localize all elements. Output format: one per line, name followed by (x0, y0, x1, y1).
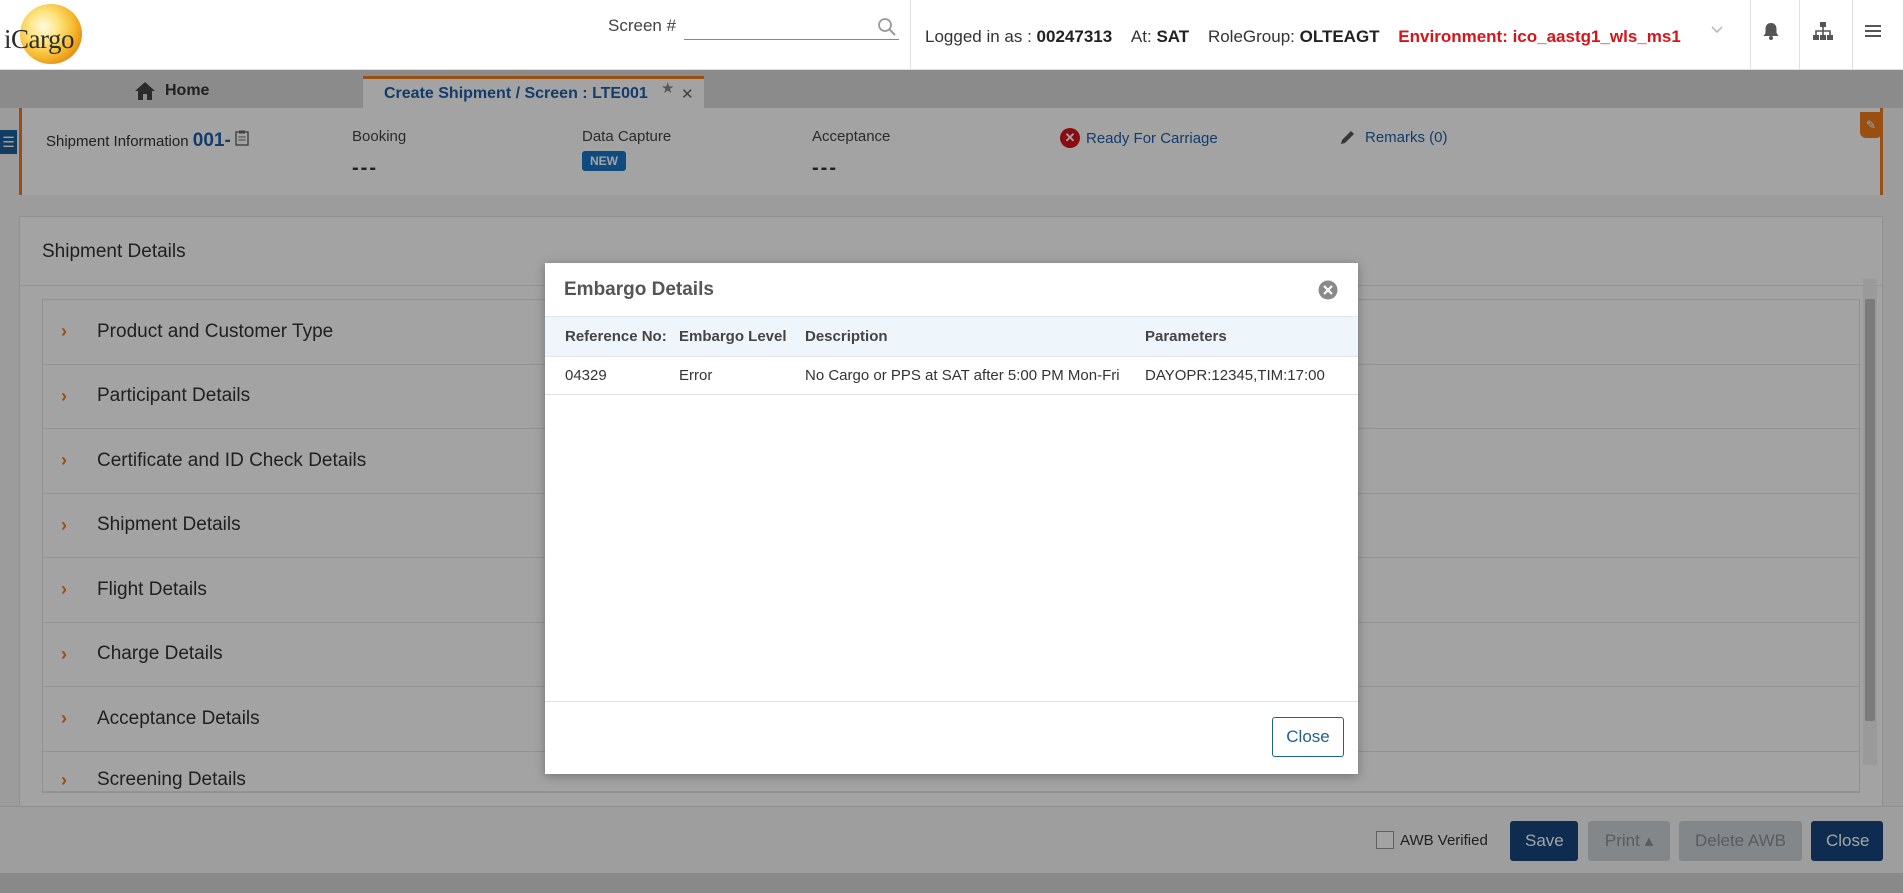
hamburger-menu-icon[interactable] (1862, 20, 1884, 42)
screen-number-label: Screen # (608, 16, 677, 35)
modal-footer: Close (545, 701, 1358, 774)
icargo-logo[interactable]: iCargo (4, 2, 82, 64)
modal-close-button[interactable]: Close (1272, 717, 1344, 757)
embargo-table: Reference No: Embargo Level Description … (545, 316, 1358, 395)
rolegroup: OLTEAGT (1299, 27, 1380, 46)
column-header: Parameters (1135, 316, 1358, 357)
chevron-down-icon[interactable] (1710, 22, 1724, 36)
sitemap-icon[interactable] (1812, 20, 1834, 42)
embargo-level-cell: Error (667, 356, 795, 395)
header-divider (1750, 0, 1751, 70)
user-info: Logged in as : 00247313 At: SAT RoleGrou… (925, 27, 1681, 46)
modal-title: Embargo Details (564, 279, 714, 300)
reference-no-cell: 04329 (545, 356, 667, 395)
environment-label: Environment: ico_aastg1_wls_ms1 (1398, 27, 1681, 46)
header-divider (910, 0, 911, 70)
column-header: Embargo Level (667, 316, 795, 357)
search-icon[interactable] (877, 17, 897, 37)
parameters-cell: DAYOPR:12345,TIM:17:00 (1135, 356, 1358, 395)
station: SAT (1156, 27, 1190, 46)
bell-icon[interactable] (1760, 20, 1782, 42)
header-divider (1852, 0, 1853, 70)
embargo-details-modal: Embargo Details Reference No: Embargo Le… (545, 263, 1358, 774)
table-row[interactable]: 04329 Error No Cargo or PPS at SAT after… (545, 356, 1358, 395)
app-header: iCargo Screen # Logged in as : 00247313 … (0, 0, 1903, 70)
screen-number-input[interactable] (684, 14, 899, 40)
table-header-row: Reference No: Embargo Level Description … (545, 316, 1358, 357)
user-id: 00247313 (1036, 27, 1113, 46)
column-header: Reference No: (545, 316, 667, 357)
column-header: Description (795, 316, 1135, 357)
description-cell: No Cargo or PPS at SAT after 5:00 PM Mon… (795, 356, 1135, 395)
close-circle-icon[interactable] (1317, 279, 1339, 301)
header-divider (1799, 0, 1800, 70)
